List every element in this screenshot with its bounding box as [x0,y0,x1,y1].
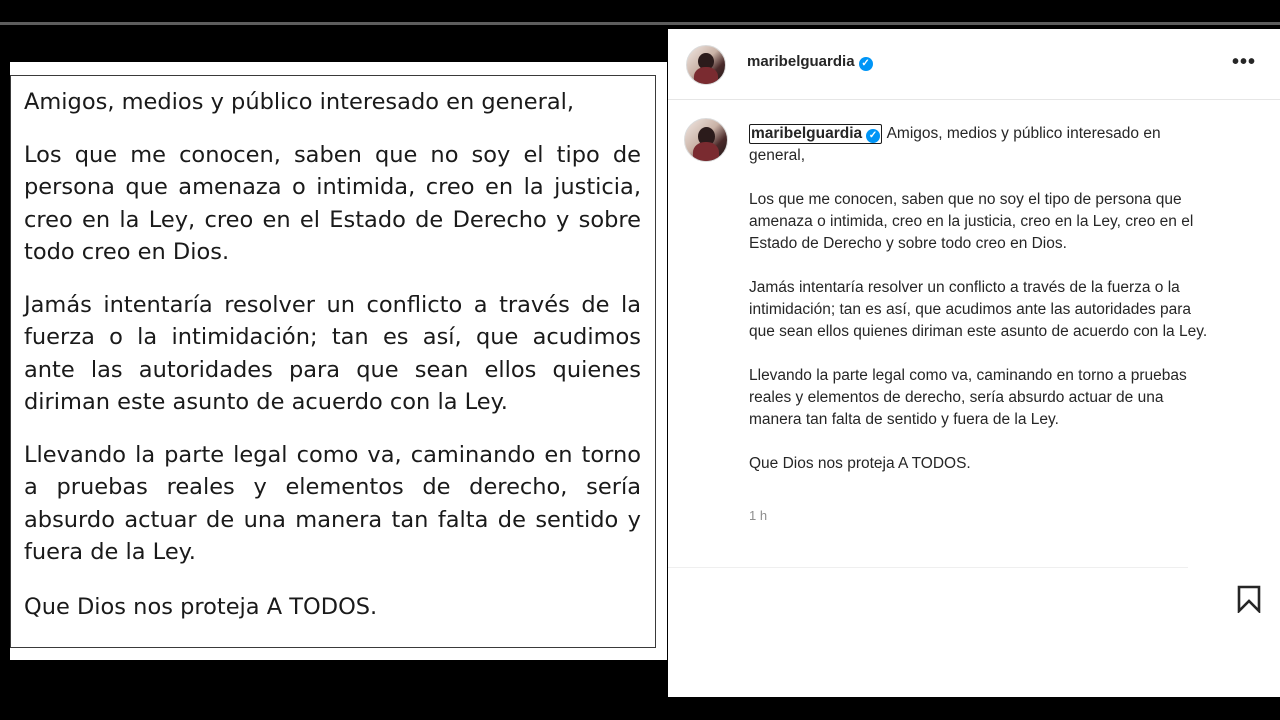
statement-paragraph: Jamás intentaría resolver un conflicto a… [24,291,641,416]
statement-document-image: Amigos, medios y público interesado en g… [10,62,667,660]
actions-divider [668,567,1188,568]
instagram-post-panel: maribelguardia ✓ ••• maribelguardia ✓ Amig… [668,29,1280,697]
statement-paragraph: Llevando la parte legal como va, caminan… [24,441,641,566]
caption-avatar[interactable] [684,118,728,162]
top-divider-line [0,22,1280,25]
profile-avatar[interactable] [686,45,726,85]
more-options-icon[interactable]: ••• [1232,51,1256,74]
caption-paragraph: Llevando la parte legal como va, caminan… [749,367,1187,428]
header-username: maribelguardia [747,53,855,70]
statement-text-box: Amigos, medios y público interesado en g… [10,75,656,648]
bookmark-icon[interactable] [1236,585,1262,613]
caption-paragraph: Jamás intentaría resolver un conflicto a… [749,279,1208,340]
post-timestamp[interactable]: 1 h [749,508,767,523]
caption-paragraph: Los que me conocen, saben que no soy el … [749,191,1194,252]
statement-paragraph: Los que me conocen, saben que no soy el … [24,141,641,266]
caption-paragraph: Que Dios nos proteja A TODOS. [749,455,971,472]
caption-first-paragraph: maribelguardia ✓ Amigos, medios y público… [749,123,1219,167]
caption-username: maribelguardia [751,125,863,142]
header-username-link[interactable]: maribelguardia ✓ [747,53,873,71]
statement-greeting: Amigos, medios y público interesado en g… [24,89,575,115]
verified-badge-icon: ✓ [866,129,881,143]
statement-closing: Que Dios nos proteja A TODOS. [24,593,378,620]
caption-username-link[interactable]: maribelguardia ✓ [749,124,883,144]
post-header: maribelguardia ✓ ••• [668,29,1280,100]
post-caption: maribelguardia ✓ Amigos, medios y público… [749,123,1219,497]
verified-badge-icon: ✓ [858,57,873,71]
